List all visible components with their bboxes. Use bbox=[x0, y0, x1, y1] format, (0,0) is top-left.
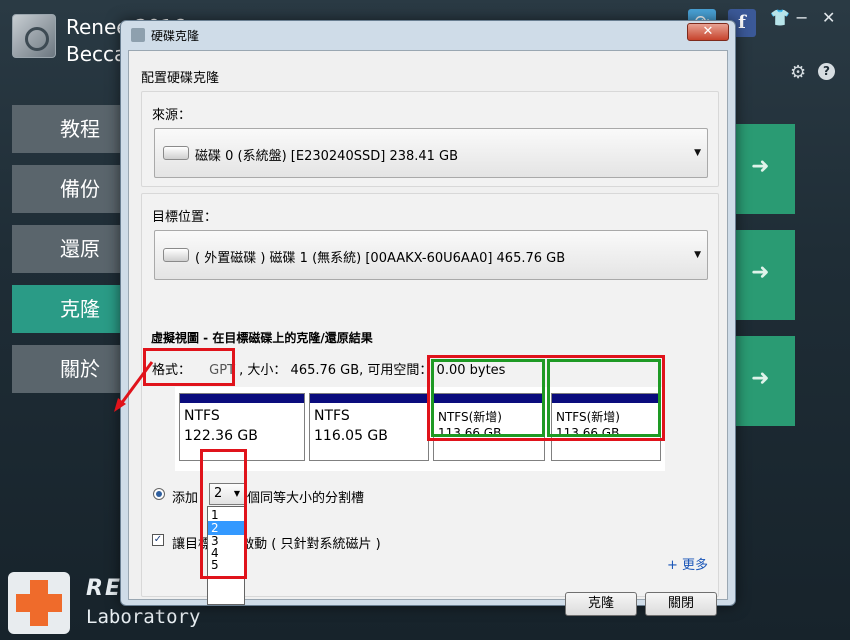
arrow-line bbox=[116, 361, 154, 409]
annotation-arrow bbox=[114, 361, 154, 412]
